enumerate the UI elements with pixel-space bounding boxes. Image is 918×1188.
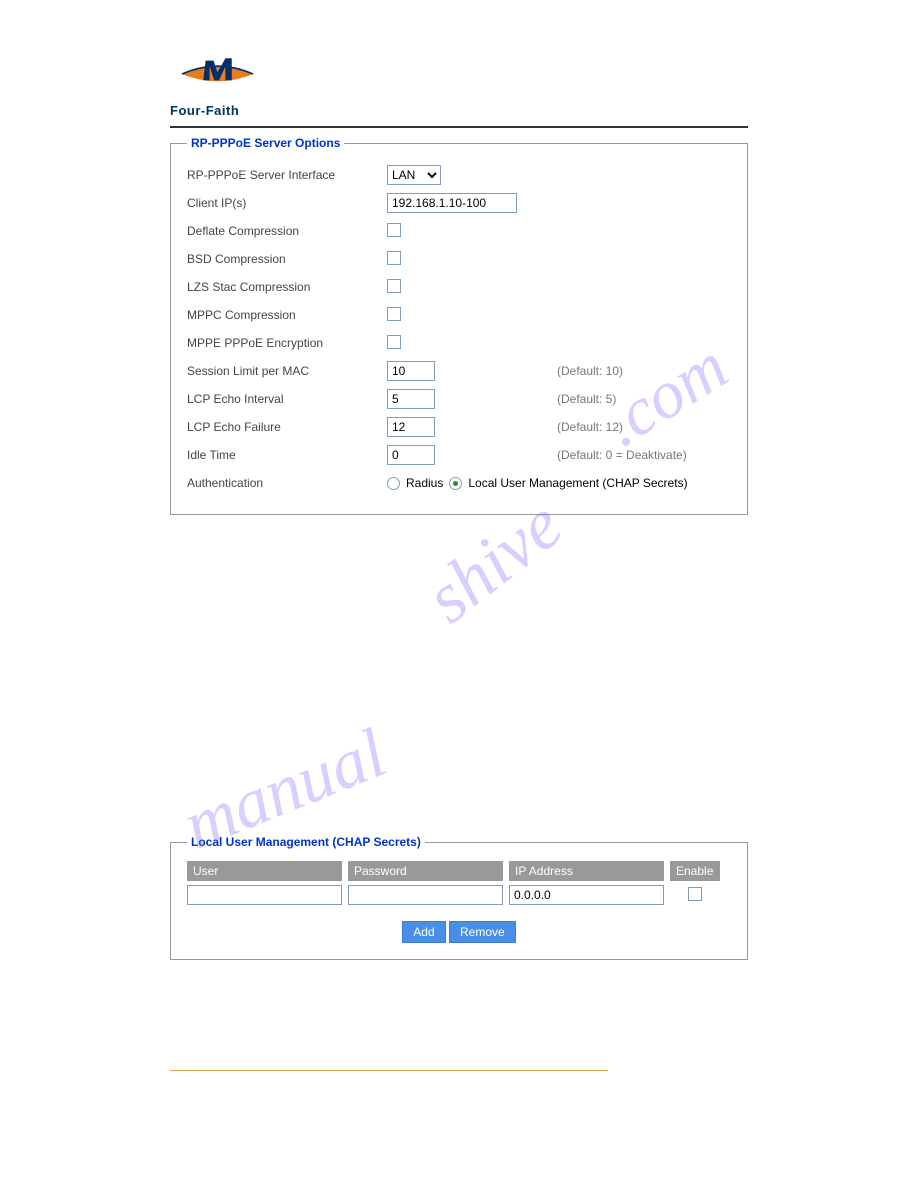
auth-local-label: Local User Management (CHAP Secrets) xyxy=(468,476,687,490)
echo-failure-label: LCP Echo Failure xyxy=(187,420,387,434)
mppe-checkbox[interactable] xyxy=(387,335,401,349)
echo-interval-label: LCP Echo Interval xyxy=(187,392,387,406)
ip-input[interactable] xyxy=(509,885,664,905)
deflate-checkbox[interactable] xyxy=(387,223,401,237)
bsd-checkbox[interactable] xyxy=(387,251,401,265)
mppc-label: MPPC Compression xyxy=(187,308,387,322)
idle-input[interactable] xyxy=(387,445,435,465)
echo-interval-input[interactable] xyxy=(387,389,435,409)
mppc-checkbox[interactable] xyxy=(387,307,401,321)
logo-text: Four-Faith xyxy=(170,103,748,118)
echo-failure-input[interactable] xyxy=(387,417,435,437)
th-ip: IP Address xyxy=(509,861,664,881)
local-user-legend: Local User Management (CHAP Secrets) xyxy=(187,835,425,849)
header-divider xyxy=(170,126,748,128)
th-user: User xyxy=(187,861,342,881)
clientip-input[interactable] xyxy=(387,193,517,213)
enable-checkbox[interactable] xyxy=(688,887,702,901)
auth-local-radio[interactable] xyxy=(449,477,462,490)
logo-area: Four-Faith xyxy=(170,45,748,118)
user-input[interactable] xyxy=(187,885,342,905)
session-hint: (Default: 10) xyxy=(557,364,623,378)
lzs-checkbox[interactable] xyxy=(387,279,401,293)
bsd-label: BSD Compression xyxy=(187,252,387,266)
user-table-header: User Password IP Address Enable xyxy=(187,861,731,881)
remove-button[interactable]: Remove xyxy=(449,921,516,943)
pppoe-server-fieldset: RP-PPPoE Server Options RP-PPPoE Server … xyxy=(170,136,748,515)
auth-radius-radio[interactable] xyxy=(387,477,400,490)
footer-divider xyxy=(170,1070,608,1071)
echo-interval-hint: (Default: 5) xyxy=(557,392,616,406)
local-user-fieldset: Local User Management (CHAP Secrets) Use… xyxy=(170,835,748,960)
lzs-label: LZS Stac Compression xyxy=(187,280,387,294)
th-password: Password xyxy=(348,861,503,881)
th-enable: Enable xyxy=(670,861,720,881)
idle-label: Idle Time xyxy=(187,448,387,462)
session-input[interactable] xyxy=(387,361,435,381)
pppoe-legend: RP-PPPoE Server Options xyxy=(187,136,344,150)
auth-label: Authentication xyxy=(187,476,387,490)
four-faith-logo-icon xyxy=(170,45,265,100)
interface-select[interactable]: LAN xyxy=(387,165,441,185)
password-input[interactable] xyxy=(348,885,503,905)
interface-label: RP-PPPoE Server Interface xyxy=(187,168,387,182)
idle-hint: (Default: 0 = Deaktivate) xyxy=(557,448,687,462)
session-label: Session Limit per MAC xyxy=(187,364,387,378)
mppe-label: MPPE PPPoE Encryption xyxy=(187,336,387,350)
clientip-label: Client IP(s) xyxy=(187,196,387,210)
deflate-label: Deflate Compression xyxy=(187,224,387,238)
echo-failure-hint: (Default: 12) xyxy=(557,420,623,434)
user-table-row xyxy=(187,885,731,905)
auth-radius-label: Radius xyxy=(406,476,443,490)
add-button[interactable]: Add xyxy=(402,921,445,943)
